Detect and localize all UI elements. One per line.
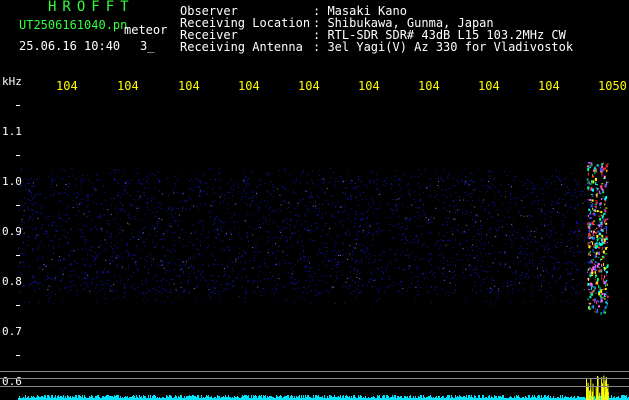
date-time: 25.06.16 10:40 xyxy=(19,39,121,53)
y-minor-tick xyxy=(16,105,20,106)
y-minor-tick xyxy=(16,255,20,256)
antenna-label: Receiving Antenna xyxy=(180,40,303,54)
y-minor-tick xyxy=(16,305,20,306)
y-tick-label: 0.7 xyxy=(2,325,22,338)
freq-tick-label: 104 xyxy=(238,79,260,93)
freq-tick-label: 104 xyxy=(358,79,380,93)
baseline-signal xyxy=(18,375,629,400)
freq-tick-label: 1050 xyxy=(598,79,627,93)
app-title: HROFFT xyxy=(48,0,135,15)
y-minor-tick xyxy=(16,355,20,356)
baseline-divider xyxy=(0,386,629,387)
meteor-count: 3_ xyxy=(140,39,155,53)
freq-tick-label: 104 xyxy=(418,79,440,93)
freq-unit-label: kHz xyxy=(2,75,22,88)
freq-tick-label: 104 xyxy=(538,79,560,93)
y-tick-label: 1.1 xyxy=(2,125,22,138)
y-tick-label: 0.9 xyxy=(2,225,22,238)
freq-tick-label: 104 xyxy=(56,79,78,93)
freq-tick-label: 104 xyxy=(117,79,139,93)
file-name: UT2506161040.pn xyxy=(19,18,128,32)
freq-tick-label: 104 xyxy=(298,79,320,93)
y-tick-label: 1.0 xyxy=(2,175,22,188)
y-tick-label: 0.8 xyxy=(2,275,22,288)
freq-tick-label: 104 xyxy=(478,79,500,93)
freq-tick-label: 104 xyxy=(178,79,200,93)
noise-band xyxy=(18,168,591,305)
meteor-echo xyxy=(587,162,609,315)
meteor-label: meteor xyxy=(124,23,168,37)
y-minor-tick xyxy=(16,205,20,206)
baseline-divider xyxy=(0,378,629,379)
baseline-divider xyxy=(0,371,629,372)
spectrogram-canvas xyxy=(18,162,629,400)
y-minor-tick xyxy=(16,155,20,156)
antenna-value: : 3el Yagi(V) Az 330 for Vladivostok xyxy=(313,40,574,54)
hrofft-spectrogram-window: HROFFT UT2506161040.pn meteor 25.06.16 1… xyxy=(0,0,629,400)
